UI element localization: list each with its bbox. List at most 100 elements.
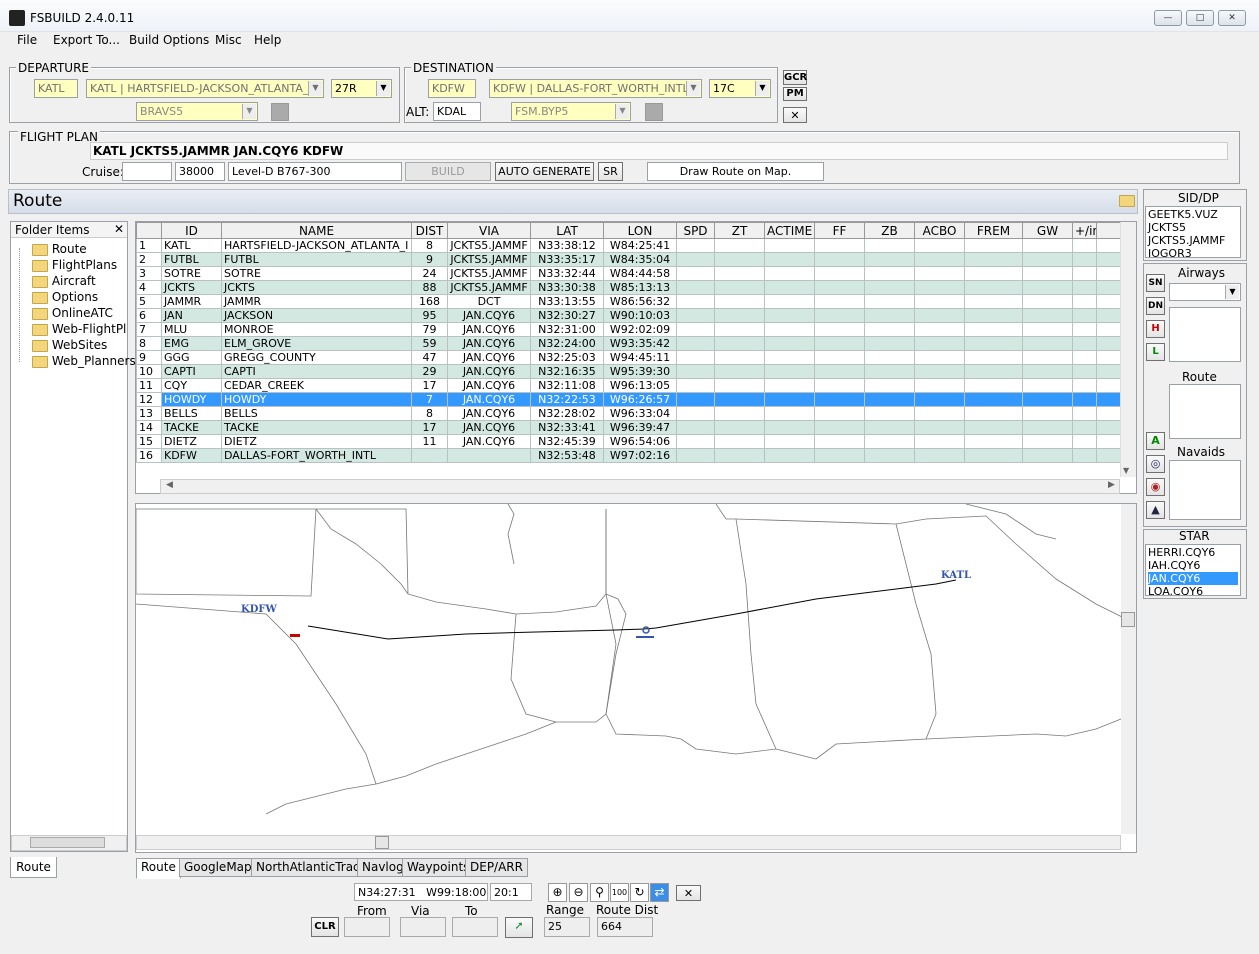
map-hscrollbar[interactable] xyxy=(136,835,1121,850)
ndb-filter-icon[interactable]: ◉ xyxy=(1146,478,1165,496)
empty-cell[interactable] xyxy=(676,350,715,365)
name-cell[interactable]: FUTBL xyxy=(221,252,412,267)
empty-cell[interactable] xyxy=(676,322,715,337)
empty-cell[interactable] xyxy=(676,252,715,267)
empty-cell[interactable] xyxy=(814,252,865,267)
empty-cell[interactable] xyxy=(1022,392,1073,407)
airways-select[interactable]: ▼ xyxy=(1169,283,1241,301)
empty-cell[interactable] xyxy=(864,406,915,421)
empty-cell[interactable] xyxy=(864,378,915,393)
empty-cell[interactable] xyxy=(1022,308,1073,323)
aircraft-field[interactable]: Level-D B767-300 xyxy=(228,162,402,181)
id-cell[interactable]: TACKE xyxy=(161,420,222,435)
lon-cell[interactable]: W92:02:09 xyxy=(603,322,677,337)
empty-cell[interactable] xyxy=(814,322,865,337)
empty-cell[interactable] xyxy=(814,266,865,281)
empty-cell[interactable] xyxy=(714,406,765,421)
table-row[interactable]: 3 SOTRE SOTRE 24 JCKTS5.JAMMF N33:32:44 W84:44… xyxy=(136,266,1120,281)
empty-cell[interactable] xyxy=(1096,266,1120,281)
folder-tab-route[interactable]: Route xyxy=(10,857,57,878)
lat-cell[interactable]: N32:33:41 xyxy=(530,420,604,435)
table-row[interactable]: 13 BELLS BELLS 8 JAN.CQY6 N32:28:02 W96:33:04 xyxy=(136,406,1120,421)
empty-cell[interactable] xyxy=(1072,406,1097,421)
pm-button[interactable]: PM xyxy=(783,87,807,101)
via-cell[interactable]: JCKTS5.JAMMF xyxy=(447,280,531,295)
empty-cell[interactable] xyxy=(914,434,965,449)
departure-icao-field[interactable]: KATL xyxy=(34,79,78,98)
empty-cell[interactable] xyxy=(676,392,715,407)
departure-info-button[interactable] xyxy=(271,103,289,121)
id-cell[interactable]: FUTBL xyxy=(161,252,222,267)
empty-cell[interactable] xyxy=(1022,378,1073,393)
vor-filter-icon[interactable]: ◎ xyxy=(1146,455,1165,473)
dist-cell[interactable]: 88 xyxy=(411,280,448,295)
lat-cell[interactable]: N32:11:08 xyxy=(530,378,604,393)
row-number-cell[interactable]: 14 xyxy=(136,420,162,435)
map-vscrollbar[interactable] xyxy=(1121,504,1136,834)
dist-cell[interactable]: 8 xyxy=(411,406,448,421)
chevron-left-icon[interactable]: ◀ xyxy=(166,480,173,490)
empty-cell[interactable] xyxy=(964,420,1023,435)
empty-cell[interactable] xyxy=(1072,378,1097,393)
dist-cell[interactable]: 24 xyxy=(411,266,448,281)
empty-cell[interactable] xyxy=(714,294,765,309)
table-row[interactable]: 2 FUTBL FUTBL 9 JCKTS5.JAMMF N33:35:17 W84:35:… xyxy=(136,252,1120,267)
table-row[interactable]: 6 JAN JACKSON 95 JAN.CQY6 N32:30:27 W90:10:03 xyxy=(136,308,1120,323)
via-cell[interactable]: JAN.CQY6 xyxy=(447,420,531,435)
empty-cell[interactable] xyxy=(764,336,815,351)
name-cell[interactable]: BELLS xyxy=(221,406,412,421)
departure-airport-select[interactable]: KATL | HARTSFIELD-JACKSON_ATLANTA_I ▼ xyxy=(86,79,324,98)
empty-cell[interactable] xyxy=(714,350,765,365)
table-row[interactable]: 1 KATL HARTSFIELD-JACKSON_ATLANTA_I 8 JCKTS5… xyxy=(136,238,1120,253)
via-cell[interactable]: JAN.CQY6 xyxy=(447,406,531,421)
row-number-cell[interactable]: 1 xyxy=(136,238,162,253)
name-cell[interactable]: JAMMR xyxy=(221,294,412,309)
lat-cell[interactable]: N33:13:55 xyxy=(530,294,604,309)
via-cell[interactable]: JCKTS5.JAMMF xyxy=(447,266,531,281)
row-number-cell[interactable]: 4 xyxy=(136,280,162,295)
lat-cell[interactable]: N32:31:00 xyxy=(530,322,604,337)
empty-cell[interactable] xyxy=(1096,308,1120,323)
cruise-field[interactable] xyxy=(122,162,172,181)
dist-cell[interactable]: 7 xyxy=(411,392,448,407)
id-cell[interactable]: KDFW xyxy=(161,448,222,463)
empty-cell[interactable] xyxy=(814,420,865,435)
empty-cell[interactable] xyxy=(964,350,1023,365)
name-cell[interactable]: JCKTS xyxy=(221,280,412,295)
id-cell[interactable]: HOWDY xyxy=(161,392,222,407)
col-header[interactable]: ID xyxy=(161,222,222,239)
empty-cell[interactable] xyxy=(1022,350,1073,365)
table-row[interactable]: 7 MLU MONROE 79 JAN.CQY6 N32:31:00 W92:02:09 xyxy=(136,322,1120,337)
id-cell[interactable]: CQY xyxy=(161,378,222,393)
empty-cell[interactable] xyxy=(714,322,765,337)
id-cell[interactable]: MLU xyxy=(161,322,222,337)
id-cell[interactable]: KATL xyxy=(161,238,222,253)
empty-cell[interactable] xyxy=(814,350,865,365)
empty-cell[interactable] xyxy=(814,378,865,393)
menu-misc[interactable]: Misc xyxy=(215,33,242,47)
lon-cell[interactable]: W96:39:47 xyxy=(603,420,677,435)
draw-route-button[interactable]: Draw Route on Map. xyxy=(647,162,824,181)
grid-hscrollbar[interactable] xyxy=(160,479,1120,494)
tab-dep-arr[interactable]: DEP/ARR xyxy=(465,858,528,877)
col-header[interactable]: FREM xyxy=(964,222,1023,239)
table-row[interactable]: 8 EMG ELM_GROVE 59 JAN.CQY6 N32:24:00 W93:35:4… xyxy=(136,336,1120,351)
chevron-right-icon[interactable]: ▶ xyxy=(1108,480,1115,490)
lat-cell[interactable]: N33:32:44 xyxy=(530,266,604,281)
tree-item-flightplans[interactable]: FlightPlans xyxy=(32,257,117,273)
table-row[interactable]: 9 GGG GREGG_COUNTY 47 JAN.CQY6 N32:25:03 W94:4… xyxy=(136,350,1120,365)
empty-cell[interactable] xyxy=(714,308,765,323)
lon-cell[interactable]: W86:56:32 xyxy=(603,294,677,309)
empty-cell[interactable] xyxy=(1096,406,1120,421)
empty-cell[interactable] xyxy=(914,406,965,421)
row-number-cell[interactable]: 7 xyxy=(136,322,162,337)
sid-select[interactable]: BRAVS5 ▼ xyxy=(136,102,258,121)
empty-cell[interactable] xyxy=(764,420,815,435)
star-list-item[interactable]: LOA.CQY6 xyxy=(1148,585,1238,595)
empty-cell[interactable] xyxy=(914,266,965,281)
empty-cell[interactable] xyxy=(1072,350,1097,365)
empty-cell[interactable] xyxy=(714,378,765,393)
empty-cell[interactable] xyxy=(1022,336,1073,351)
empty-cell[interactable] xyxy=(764,280,815,295)
lon-cell[interactable]: W95:39:30 xyxy=(603,364,677,379)
